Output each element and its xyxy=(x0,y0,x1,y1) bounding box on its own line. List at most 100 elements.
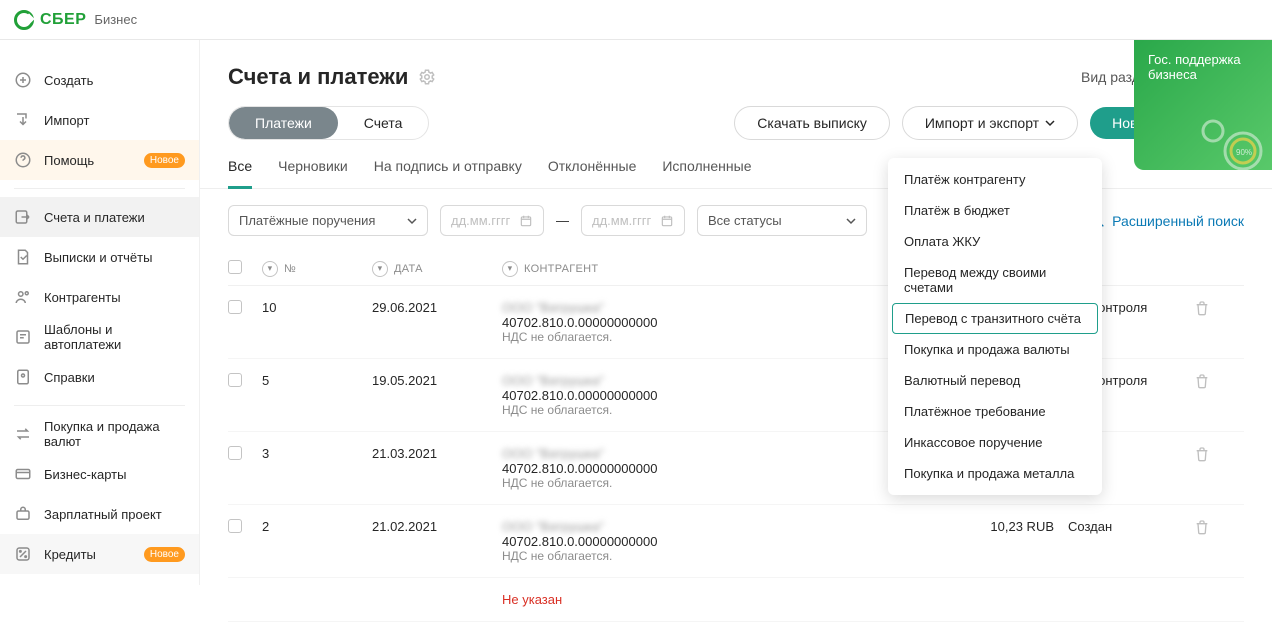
pill-tab-accounts[interactable]: Счета xyxy=(338,107,429,139)
plus-circle-icon xyxy=(14,71,32,89)
sidebar-item-accounts-payments[interactable]: Счета и платежи xyxy=(0,197,199,237)
row-checkbox[interactable] xyxy=(228,373,242,387)
pill-tab-payments[interactable]: Платежи xyxy=(229,107,338,139)
row-checkbox[interactable] xyxy=(228,446,242,460)
sidebar-create[interactable]: Создать xyxy=(0,60,199,100)
cell-date: 21.03.2021 xyxy=(372,446,502,461)
sidebar: Создать Импорт Помощь Новое Счета и плат… xyxy=(0,40,200,585)
cell-date: 21.02.2021 xyxy=(372,519,502,534)
sort-icon[interactable]: ▾ xyxy=(502,261,518,277)
new-payment-dropdown: Платёж контрагентуПлатёж в бюджетОплата … xyxy=(888,158,1102,495)
cell-vat: НДС не облагается. xyxy=(502,476,944,490)
subtab-rejected[interactable]: Отклонённые xyxy=(548,158,637,188)
status-select[interactable]: Все статусы xyxy=(697,205,867,236)
import-export-button[interactable]: Импорт и экспорт xyxy=(902,106,1078,140)
cell-account: 40702.810.0.00000000000 xyxy=(502,388,944,403)
card-icon xyxy=(14,465,32,483)
sidebar-import[interactable]: Импорт xyxy=(0,100,199,140)
subtab-to-sign[interactable]: На подпись и отправку xyxy=(374,158,522,188)
dropdown-item[interactable]: Перевод между своими счетами xyxy=(888,257,1102,303)
sidebar-item-references[interactable]: Справки xyxy=(0,357,199,397)
placeholder: дд.мм.гггг xyxy=(451,213,510,228)
sidebar-item-payroll[interactable]: Зарплатный проект xyxy=(0,494,199,534)
cell-date: 19.05.2021 xyxy=(372,373,502,388)
row-checkbox[interactable] xyxy=(228,519,242,533)
brand-main: СБЕР xyxy=(40,11,86,29)
dropdown-item[interactable]: Инкассовое поручение xyxy=(888,427,1102,458)
cell-num: 2 xyxy=(262,519,372,534)
dropdown-item[interactable]: Платёжное требование xyxy=(888,396,1102,427)
sidebar-item-label: Выписки и отчёты xyxy=(44,250,152,265)
row-checkbox[interactable] xyxy=(228,300,242,314)
delete-icon[interactable] xyxy=(1194,519,1244,535)
sidebar-label: Импорт xyxy=(44,113,89,128)
cell-account: 40702.810.0.00000000000 xyxy=(502,315,944,330)
dropdown-item[interactable]: Платёж в бюджет xyxy=(888,195,1102,226)
subtab-drafts[interactable]: Черновики xyxy=(278,158,348,188)
cell-account: 40702.810.0.00000000000 xyxy=(502,461,944,476)
sidebar-item-templates[interactable]: Шаблоны и автоплатежи xyxy=(0,317,199,357)
link-label: Расширенный поиск xyxy=(1112,213,1244,229)
download-statement-button[interactable]: Скачать выписку xyxy=(734,106,890,140)
date-to-input[interactable]: дд.мм.гггг xyxy=(581,205,685,236)
chevron-down-icon xyxy=(846,216,856,226)
delete-icon[interactable] xyxy=(1194,300,1244,316)
table-row[interactable]: 221.02.2021ООО "Ватрушка"40702.810.0.000… xyxy=(228,505,1244,578)
payment-type-select[interactable]: Платёжные поручения xyxy=(228,205,428,236)
pill-tabs: Платежи Счета xyxy=(228,106,429,140)
advanced-search-link[interactable]: Расширенный поиск xyxy=(1090,213,1244,229)
cell-account: 40702.810.0.00000000000 xyxy=(502,534,944,549)
sidebar-item-statements[interactable]: Выписки и отчёты xyxy=(0,237,199,277)
sort-icon[interactable]: ▾ xyxy=(262,261,278,277)
col-header-contractor[interactable]: КОНТРАГЕНТ xyxy=(524,263,598,275)
sidebar-item-label: Счета и платежи xyxy=(44,210,145,225)
subtab-executed[interactable]: Исполненные xyxy=(662,158,751,188)
dropdown-item[interactable]: Оплата ЖКУ xyxy=(888,226,1102,257)
dropdown-item[interactable]: Платёж контрагенту xyxy=(888,164,1102,195)
main-content: Гос. поддержка бизнеса 90% Счета и плате… xyxy=(200,40,1272,585)
col-header-date[interactable]: ДАТА xyxy=(394,263,423,275)
sidebar-item-credits[interactable]: Кредиты Новое xyxy=(0,534,199,574)
badge-new: Новое xyxy=(144,153,185,168)
sidebar-item-label: Бизнес-карты xyxy=(44,467,126,482)
sber-ring-icon xyxy=(14,10,34,30)
badge-new: Новое xyxy=(144,547,185,562)
sidebar-label: Создать xyxy=(44,73,93,88)
delete-icon[interactable] xyxy=(1194,446,1244,462)
dropdown-item[interactable]: Перевод с транзитного счёта xyxy=(892,303,1098,334)
cell-contractor-name: ООО "Ватрушка" xyxy=(502,446,944,461)
sidebar-item-label: Покупка и продажа валют xyxy=(44,419,185,449)
select-all-checkbox[interactable] xyxy=(228,260,242,274)
gears-icon: 90% xyxy=(1188,106,1272,170)
sort-icon[interactable]: ▾ xyxy=(372,261,388,277)
date-separator: — xyxy=(556,213,569,228)
sidebar-item-fx[interactable]: Покупка и продажа валют xyxy=(0,414,199,454)
svg-text:90%: 90% xyxy=(1236,148,1252,157)
promo-card[interactable]: Гос. поддержка бизнеса 90% xyxy=(1134,40,1272,170)
dropdown-item[interactable]: Валютный перевод xyxy=(888,365,1102,396)
sidebar-item-counterparties[interactable]: Контрагенты xyxy=(0,277,199,317)
cell-contractor-name: ООО "Ватрушка" xyxy=(502,519,944,534)
gear-icon[interactable] xyxy=(418,68,436,86)
exchange-icon xyxy=(14,425,32,443)
subtabs: Все Черновики На подпись и отправку Откл… xyxy=(200,140,1272,189)
brand-logo[interactable]: СБЕР Бизнес xyxy=(14,10,137,30)
col-header-num[interactable]: № xyxy=(284,263,296,275)
sidebar-item-cards[interactable]: Бизнес-карты xyxy=(0,454,199,494)
select-value: Платёжные поручения xyxy=(239,213,375,228)
sidebar-item-label: Зарплатный проект xyxy=(44,507,162,522)
delete-icon[interactable] xyxy=(1194,373,1244,389)
placeholder: дд.мм.гггг xyxy=(592,213,651,228)
sidebar-item-label: Кредиты xyxy=(44,547,96,562)
cell-contractor-name: ООО "Ватрушка" xyxy=(502,300,944,315)
dropdown-item[interactable]: Покупка и продажа валюты xyxy=(888,334,1102,365)
dropdown-item[interactable]: Покупка и продажа металла xyxy=(888,458,1102,489)
briefcase-icon xyxy=(14,505,32,523)
users-icon xyxy=(14,288,32,306)
date-from-input[interactable]: дд.мм.гггг xyxy=(440,205,544,236)
brand-sub: Бизнес xyxy=(94,12,137,27)
page-title-text: Счета и платежи xyxy=(228,64,408,90)
cell-vat: НДС не облагается. xyxy=(502,549,944,563)
subtab-all[interactable]: Все xyxy=(228,158,252,189)
sidebar-help[interactable]: Помощь Новое xyxy=(0,140,199,180)
